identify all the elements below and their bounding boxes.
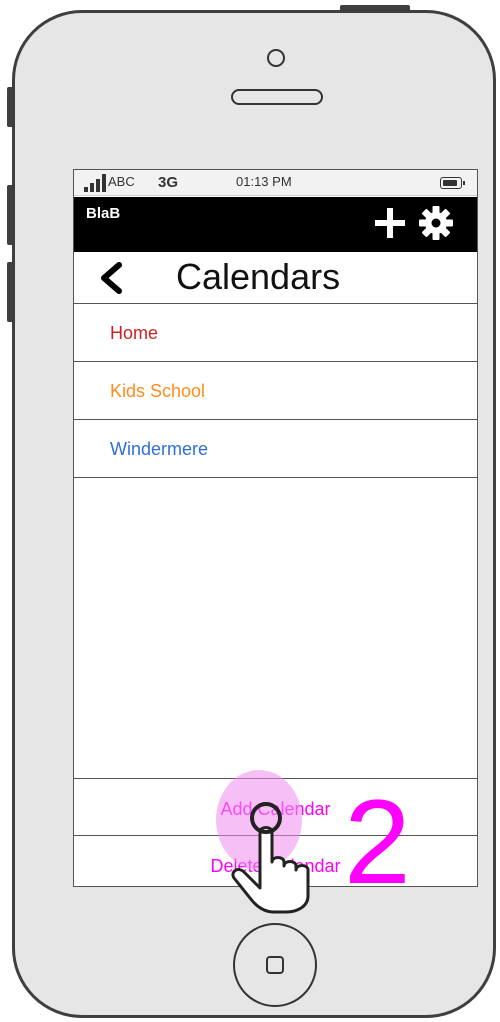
status-bar: ABC 3G 01:13 PM (74, 170, 477, 196)
app-header: BlaB (74, 197, 477, 252)
calendar-item-home[interactable]: Home (74, 305, 477, 362)
chevron-left-icon[interactable] (98, 262, 124, 294)
gear-icon[interactable] (418, 205, 454, 241)
network-type: 3G (158, 174, 179, 191)
plus-icon[interactable] (374, 207, 406, 239)
app-name: BlaB (86, 205, 121, 222)
calendar-item-label: Home (110, 323, 159, 343)
home-button[interactable] (233, 923, 317, 1007)
step-number: 2 (344, 775, 411, 909)
tap-hand-icon (231, 802, 310, 914)
calendar-item-kids-school[interactable]: Kids School (74, 363, 477, 420)
calendar-item-label: Kids School (110, 381, 206, 401)
carrier-name: ABC (108, 174, 135, 189)
camera-icon (267, 49, 285, 67)
title-bar: Calendars (74, 252, 477, 304)
calendar-item-windermere[interactable]: Windermere (74, 421, 477, 478)
calendar-item-label: Windermere (110, 439, 209, 459)
mockup-stage: ABC 3G 01:13 PM BlaB Calendars Home Kids… (0, 0, 500, 1022)
speaker-grille (231, 89, 323, 105)
page-title: Calendars (176, 256, 341, 297)
status-time: 01:13 PM (236, 174, 292, 189)
home-square-icon (266, 956, 284, 974)
battery-icon (440, 177, 465, 189)
